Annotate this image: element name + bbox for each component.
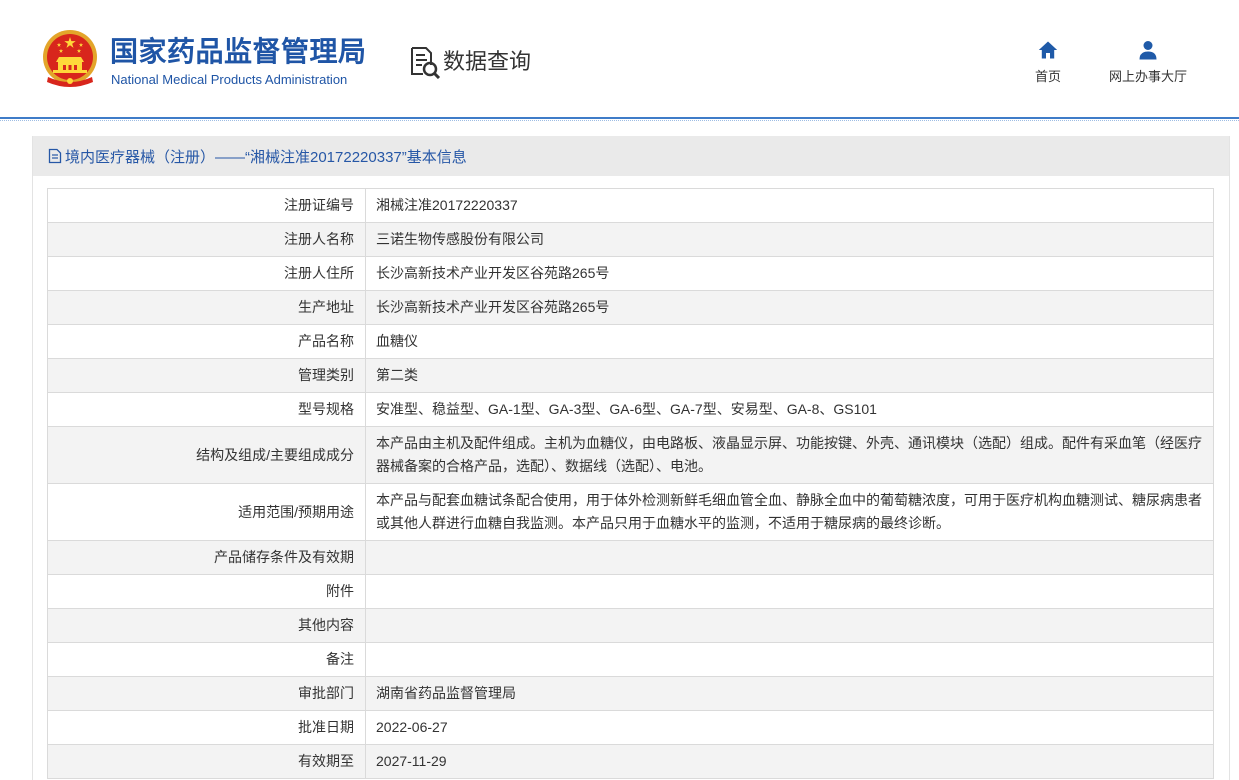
- table-row: 管理类别 第二类: [47, 358, 1214, 393]
- field-label: 管理类别: [47, 358, 366, 393]
- table-row: 型号规格 安准型、稳益型、GA-1型、GA-3型、GA-6型、GA-7型、安易型、…: [47, 392, 1214, 427]
- field-label: 附件: [47, 574, 366, 609]
- field-value: 2022-06-27: [365, 710, 1214, 745]
- field-value: 本产品与配套血糖试条配合使用，用于体外检测新鲜毛细血管全血、静脉全血中的葡萄糖浓…: [365, 483, 1214, 541]
- field-value: [365, 574, 1214, 609]
- field-label: 备注: [47, 642, 366, 677]
- table-row: 适用范围/预期用途 本产品与配套血糖试条配合使用，用于体外检测新鲜毛细血管全血、静…: [47, 483, 1214, 541]
- data-query-label: 数据查询: [443, 49, 532, 74]
- nav-online-service-hall[interactable]: 网上办事大厅: [1100, 40, 1196, 85]
- table-row: 审批部门 湖南省药品监督管理局: [47, 676, 1214, 711]
- table-row: 注册人住所 长沙高新技术产业开发区谷苑路265号: [47, 256, 1214, 291]
- nav-online-service-hall-label: 网上办事大厅: [1108, 69, 1187, 84]
- table-row: 附件: [47, 574, 1214, 609]
- table-row: 有效期至 2027-11-29: [47, 744, 1214, 779]
- field-value: 湘械注准20172220337: [365, 188, 1214, 223]
- field-label: 审批部门: [47, 676, 366, 711]
- table-row: 备注: [47, 642, 1214, 677]
- field-label: 注册证编号: [47, 188, 366, 223]
- field-value: [365, 540, 1214, 575]
- site-logo-link[interactable]: 国家药品监督管理局 National Medical Products Admi…: [40, 28, 380, 92]
- field-label: 型号规格: [47, 392, 366, 427]
- national-emblem-icon: [43, 30, 97, 87]
- field-label: 注册人住所: [47, 256, 366, 291]
- panel-title: 境内医疗器械（注册）——“湘械注准20172220337”基本信息: [65, 148, 467, 166]
- field-label: 生产地址: [47, 290, 366, 325]
- field-value: [365, 608, 1214, 643]
- field-label: 产品储存条件及有效期: [47, 540, 366, 575]
- document-icon: [48, 148, 62, 164]
- field-value: 血糖仪: [365, 324, 1214, 359]
- panel-title-bar: 境内医疗器械（注册）——“湘械注准20172220337”基本信息: [33, 136, 1229, 176]
- table-row: 批准日期 2022-06-27: [47, 710, 1214, 745]
- table-row: 注册证编号 湘械注准20172220337: [47, 188, 1214, 223]
- field-label: 结构及组成/主要组成成分: [47, 426, 366, 484]
- agency-name-cn: 国家药品监督管理局: [110, 36, 367, 67]
- table-row: 其他内容: [47, 608, 1214, 643]
- field-label: 有效期至: [47, 744, 366, 779]
- field-value: [365, 642, 1214, 677]
- agency-name-en: National Medical Products Administration: [111, 72, 348, 87]
- table-row: 产品储存条件及有效期: [47, 540, 1214, 575]
- field-value: 长沙高新技术产业开发区谷苑路265号: [365, 290, 1214, 325]
- field-label: 批准日期: [47, 710, 366, 745]
- field-label: 其他内容: [47, 608, 366, 643]
- field-value: 第二类: [365, 358, 1214, 393]
- document-search-icon: [411, 47, 441, 79]
- field-value: 2027-11-29: [365, 744, 1214, 779]
- table-row: 结构及组成/主要组成成分 本产品由主机及配件组成。主机为血糖仪，由电路板、液晶显示…: [47, 426, 1214, 484]
- user-icon: [1139, 41, 1157, 60]
- table-row: 注册人名称 三诺生物传感股份有限公司: [47, 222, 1214, 257]
- field-value: 本产品由主机及配件组成。主机为血糖仪，由电路板、液晶显示屏、功能按键、外壳、通讯…: [365, 426, 1214, 484]
- data-query-link[interactable]: 数据查询: [409, 44, 531, 80]
- field-label: 注册人名称: [47, 222, 366, 257]
- page: 国家药品监督管理局 National Medical Products Admi…: [0, 0, 1239, 780]
- nav-home[interactable]: 首页: [1018, 40, 1078, 85]
- field-label: 适用范围/预期用途: [47, 483, 366, 541]
- table-row: 生产地址 长沙高新技术产业开发区谷苑路265号: [47, 290, 1214, 325]
- site-header: 国家药品监督管理局 National Medical Products Admi…: [0, 0, 1239, 117]
- field-value: 三诺生物传感股份有限公司: [365, 222, 1214, 257]
- detail-panel: 境内医疗器械（注册）——“湘械注准20172220337”基本信息 注册证编号湘…: [32, 136, 1230, 780]
- field-value: 安准型、稳益型、GA-1型、GA-3型、GA-6型、GA-7型、安易型、GA-8…: [365, 392, 1214, 427]
- field-label: 产品名称: [47, 324, 366, 359]
- header-divider: [0, 117, 1239, 121]
- home-icon: [1038, 41, 1058, 59]
- field-value: 湖南省药品监督管理局: [365, 676, 1214, 711]
- table-row: 产品名称 血糖仪: [47, 324, 1214, 359]
- nav-home-label: 首页: [1034, 69, 1061, 84]
- field-value: 长沙高新技术产业开发区谷苑路265号: [365, 256, 1214, 291]
- device-info-table: 注册证编号 湘械注准20172220337 注册人名称 三诺生物传感股份有限公司 注…: [47, 188, 1214, 779]
